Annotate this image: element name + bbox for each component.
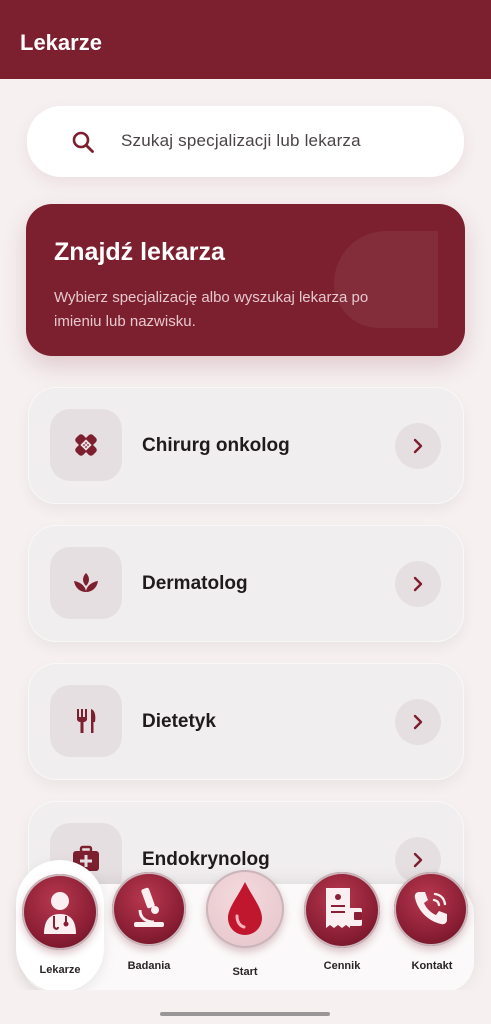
home-indicator[interactable] xyxy=(160,1012,330,1016)
nav-icon-circle xyxy=(394,872,468,946)
nav-label: Badania xyxy=(127,960,171,972)
specialization-icon-box xyxy=(50,547,122,619)
page-title: Lekarze xyxy=(20,30,102,55)
specialization-card-dermatolog[interactable]: Dermatolog xyxy=(28,525,464,642)
nav-icon-circle xyxy=(304,872,380,948)
receipt-icon xyxy=(326,888,362,928)
nav-item-lekarze[interactable]: Lekarze xyxy=(16,860,104,990)
banner-title: Znajdź lekarza xyxy=(54,238,225,266)
specialization-label: Dermatolog xyxy=(142,573,248,594)
nav-item-badania[interactable]: Badania xyxy=(108,870,190,980)
nav-label: Kontakt xyxy=(411,960,453,972)
find-doctor-banner: Znajdź lekarza Wybierz specjalizację alb… xyxy=(26,204,465,356)
app-bar: Lekarze xyxy=(0,0,491,79)
doctor-icon xyxy=(44,892,76,934)
nav-label: Cennik xyxy=(323,960,361,972)
bandage-icon xyxy=(75,434,97,456)
specialization-label: Endokrynolog xyxy=(142,849,270,870)
chevron-button[interactable] xyxy=(395,561,441,607)
specialization-label: Dietetyk xyxy=(142,711,216,732)
chevron-button[interactable] xyxy=(395,699,441,745)
nav-item-start[interactable]: Start xyxy=(204,870,286,984)
microscope-icon xyxy=(134,887,164,927)
chevron-right-icon xyxy=(413,714,423,730)
bottom-fade xyxy=(0,990,491,1024)
nav-icon-circle xyxy=(22,874,98,950)
specialization-icon-box xyxy=(50,685,122,757)
phone-icon xyxy=(414,892,447,925)
blood-drop-icon xyxy=(228,882,262,935)
nav-item-kontakt[interactable]: Kontakt xyxy=(392,870,472,980)
search-bar[interactable]: Szukaj specjalizacji lub lekarza xyxy=(27,106,464,177)
chevron-right-icon xyxy=(413,438,423,454)
nav-label: Start xyxy=(232,966,258,978)
nav-icon-circle xyxy=(206,870,284,948)
nav-label: Lekarze xyxy=(39,964,81,976)
banner-subtitle: Wybierz specjalizację albo wyszukaj leka… xyxy=(54,289,369,330)
chevron-right-icon xyxy=(413,852,423,868)
specialization-label: Chirurg onkolog xyxy=(142,435,290,456)
specialization-icon-box xyxy=(50,409,122,481)
nav-item-cennik[interactable]: Cennik xyxy=(300,870,384,980)
nav-icon-circle xyxy=(112,872,186,946)
chevron-right-icon xyxy=(413,576,423,592)
search-icon xyxy=(72,131,94,153)
search-input[interactable]: Szukaj specjalizacji lub lekarza xyxy=(121,131,361,151)
fork-knife-icon xyxy=(77,709,96,733)
specialization-card-chirurg-onkolog[interactable]: Chirurg onkolog xyxy=(28,387,464,504)
lotus-icon xyxy=(74,573,98,592)
chevron-button[interactable] xyxy=(395,423,441,469)
specialization-card-dietetyk[interactable]: Dietetyk xyxy=(28,663,464,780)
